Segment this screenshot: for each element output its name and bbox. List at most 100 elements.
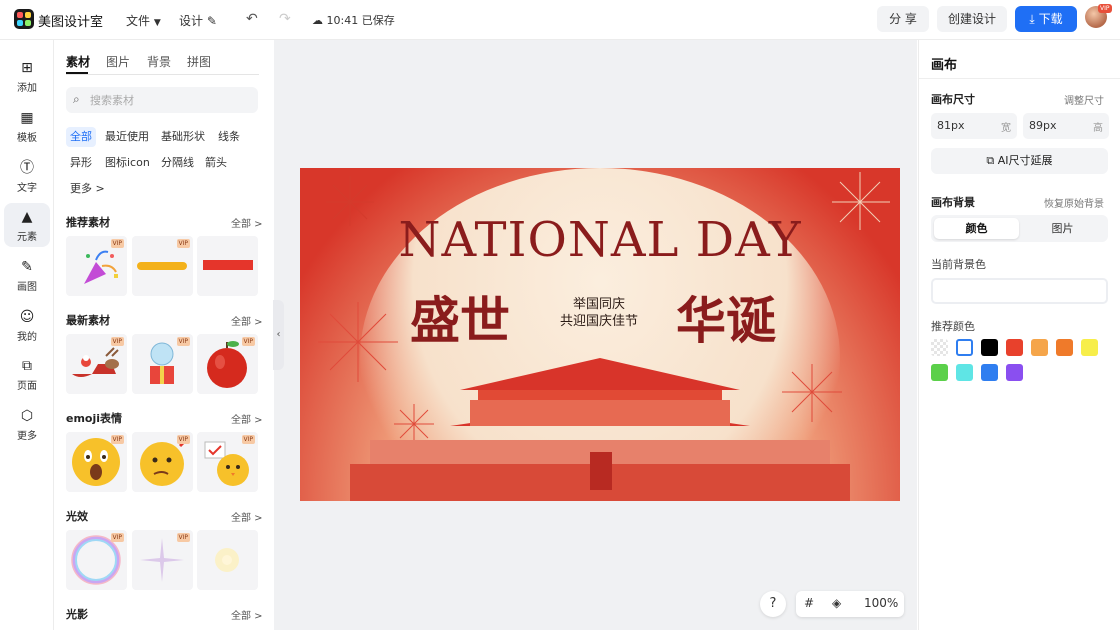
- swatch-light-orange[interactable]: [1031, 339, 1048, 356]
- collapse-panel-handle[interactable]: ‹: [273, 300, 284, 370]
- left-rail: ⊞ 添加 ▦ 模板 Ⓣ 文字 ▲ 元素 ✎ 画图 ☺ 我的 ⧉ 页面 ⬡ 更多: [0, 40, 54, 630]
- bg-tab-image[interactable]: 图片: [1020, 218, 1105, 239]
- rail-item-mine[interactable]: ☺ 我的: [4, 303, 50, 347]
- chip-recent[interactable]: 最近使用: [101, 127, 153, 147]
- height-value: 89px: [1029, 119, 1057, 132]
- app-logo[interactable]: [14, 9, 34, 29]
- chip-more[interactable]: 更多 >: [66, 179, 109, 199]
- vip-badge: VIP: [110, 435, 124, 444]
- height-unit: 高: [1093, 123, 1103, 134]
- poster-left-text[interactable]: 盛世: [410, 281, 510, 353]
- redo-icon[interactable]: ↷: [279, 11, 291, 27]
- rail-item-text[interactable]: Ⓣ 文字: [4, 154, 50, 198]
- vip-badge: VIP: [110, 533, 124, 542]
- file-menu-label: 文件: [126, 14, 151, 28]
- ai-resize-icon: ⧉: [986, 154, 995, 167]
- gate-tower-illustration: [350, 358, 850, 501]
- swatch-blue[interactable]: [981, 364, 998, 381]
- search-input[interactable]: [90, 91, 250, 109]
- tab-backgrounds[interactable]: 背景: [147, 53, 171, 70]
- chip-dividers[interactable]: 分隔线: [157, 153, 198, 173]
- asset-tile-sparkle[interactable]: VIP: [132, 530, 193, 590]
- ai-resize-button[interactable]: ⧉ AI尺寸延展: [931, 148, 1108, 174]
- tab-collage[interactable]: 拼图: [187, 53, 211, 70]
- bg-tab-color[interactable]: 颜色: [934, 218, 1019, 239]
- tab-images[interactable]: 图片: [106, 53, 130, 70]
- width-field[interactable]: 81px 宽: [931, 113, 1017, 139]
- chip-basic-shapes[interactable]: 基础形状: [157, 127, 209, 147]
- swatch-cyan[interactable]: [956, 364, 973, 381]
- swatch-transparent[interactable]: [931, 339, 948, 356]
- rail-item-templates[interactable]: ▦ 模板: [4, 104, 50, 148]
- shapes-icon: ▲: [21, 209, 33, 225]
- rail-item-add[interactable]: ⊞ 添加: [4, 54, 50, 98]
- chip-arrows[interactable]: 箭头: [201, 153, 231, 173]
- top-bar: 美图设计室 文件 ▼ 设计 ✎ ↶ ↷ ☁ 10:41 已保存 分 享 创建设计…: [0, 0, 1120, 40]
- design-menu[interactable]: 设计 ✎: [179, 12, 217, 29]
- swatch-red[interactable]: [1006, 339, 1023, 356]
- user-icon: ☺: [19, 309, 35, 325]
- swatch-black[interactable]: [981, 339, 998, 356]
- layout-icon: ▦: [20, 110, 34, 126]
- properties-divider: [919, 78, 1120, 79]
- ai-resize-label: AI尺寸延展: [997, 154, 1053, 167]
- vip-badge: VIP: [176, 435, 190, 444]
- asset-tile-light-ring[interactable]: VIP: [66, 530, 127, 590]
- section-all-link[interactable]: 全部 >: [231, 607, 263, 622]
- tab-materials[interactable]: 素材: [66, 53, 90, 70]
- rail-item-pages[interactable]: ⧉ 页面: [4, 352, 50, 396]
- poster-title[interactable]: NATIONAL DAY: [300, 212, 900, 268]
- rail-item-draw[interactable]: ✎ 画图: [4, 253, 50, 297]
- tab-divider: [66, 74, 259, 75]
- section-all-link[interactable]: 全部 >: [231, 313, 263, 328]
- section-all-link[interactable]: 全部 >: [231, 215, 263, 230]
- asset-tile-yellow-brush[interactable]: VIP: [132, 236, 193, 296]
- asset-tile-santa-sleigh[interactable]: VIP: [66, 334, 127, 394]
- create-design-button[interactable]: 创建设计: [937, 6, 1007, 32]
- chip-all[interactable]: 全部: [66, 127, 96, 147]
- asset-tile-party-popper[interactable]: VIP: [66, 236, 127, 296]
- section-title-light-effects: 光效: [66, 510, 88, 523]
- asset-tile-snow-globe[interactable]: VIP: [132, 334, 193, 394]
- asset-tile-red-bar[interactable]: [197, 236, 258, 296]
- layers-icon[interactable]: ◈: [832, 596, 841, 610]
- chip-lines[interactable]: 线条: [214, 127, 244, 147]
- design-canvas[interactable]: NATIONAL DAY 盛世 华诞 举国同庆 共迎国庆佳节: [300, 168, 900, 501]
- section-all-link[interactable]: 全部 >: [231, 509, 263, 524]
- chip-icons[interactable]: 图标icon: [101, 153, 154, 173]
- cube-icon: ⬡: [20, 408, 34, 424]
- chip-irregular[interactable]: 异形: [66, 153, 96, 173]
- vip-badge: VIP: [241, 435, 255, 444]
- swatch-green[interactable]: [931, 364, 948, 381]
- download-button[interactable]: ⤓ 下载: [1015, 6, 1077, 32]
- rail-label: 模板: [17, 133, 37, 144]
- restore-bg-link[interactable]: 恢复原始背景: [1044, 195, 1104, 210]
- zoom-level[interactable]: 100%: [864, 596, 898, 610]
- share-button[interactable]: 分 享: [877, 6, 929, 32]
- rail-item-more[interactable]: ⬡ 更多: [4, 402, 50, 446]
- swatch-yellow[interactable]: [1081, 339, 1098, 356]
- avatar-vip-badge: VIP: [1098, 4, 1112, 13]
- current-bg-color-field[interactable]: [931, 278, 1108, 304]
- slogan-line-2: 共迎国庆佳节: [559, 314, 638, 329]
- section-all-link[interactable]: 全部 >: [231, 411, 263, 426]
- swatch-orange[interactable]: [1056, 339, 1073, 356]
- asset-tile-apple[interactable]: VIP: [197, 334, 258, 394]
- asset-tile-chick-emoji[interactable]: VIP: [197, 432, 258, 492]
- undo-icon[interactable]: ↶: [246, 11, 258, 27]
- height-field[interactable]: 89px 高: [1023, 113, 1109, 139]
- poster-slogan[interactable]: 举国同庆 共迎国庆佳节: [549, 296, 649, 330]
- grid-icon[interactable]: #: [804, 596, 814, 610]
- poster-right-text[interactable]: 华诞: [676, 281, 776, 353]
- search-box[interactable]: ⌕: [66, 87, 258, 113]
- asset-tile-glow[interactable]: [197, 530, 258, 590]
- file-menu[interactable]: 文件 ▼: [126, 12, 161, 29]
- swatch-purple[interactable]: [1006, 364, 1023, 381]
- adjust-size-link[interactable]: 调整尺寸: [1064, 92, 1104, 107]
- swatch-white[interactable]: [956, 339, 973, 356]
- asset-tile-thinking-emoji[interactable]: VIP: [132, 432, 193, 492]
- rail-item-elements[interactable]: ▲ 元素: [4, 203, 50, 247]
- width-unit: 宽: [1001, 123, 1011, 134]
- asset-tile-shocked-emoji[interactable]: VIP: [66, 432, 127, 492]
- help-button[interactable]: ?: [760, 591, 786, 617]
